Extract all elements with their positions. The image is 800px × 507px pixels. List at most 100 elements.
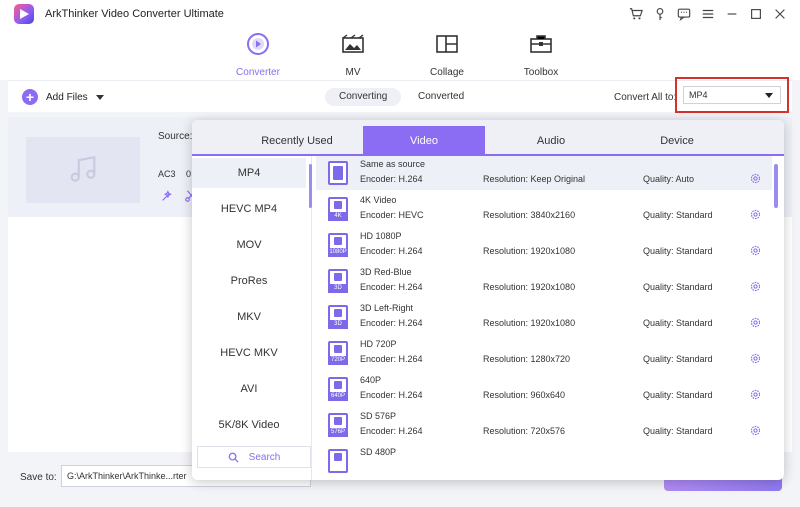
chevron-down-icon[interactable]	[95, 94, 104, 100]
menu-icon[interactable]	[696, 4, 720, 24]
preset-name: SD 576P	[360, 411, 397, 421]
preset-quality: Quality: Standard	[643, 282, 713, 292]
preset-row[interactable]: 640P 640P Encoder: H.264 Resolution: 960…	[316, 372, 772, 406]
tab-audio[interactable]: Audio	[490, 126, 612, 156]
nav-collage[interactable]: Collage	[412, 32, 482, 78]
preset-name: Same as source	[360, 159, 426, 169]
search-icon	[228, 452, 239, 463]
format-item-5k8k[interactable]: 5K/8K Video	[192, 410, 306, 440]
convert-all-highlight: MP4	[675, 77, 789, 113]
add-files-button[interactable]: + Add Files	[22, 89, 104, 105]
tab-converted[interactable]: Converted	[404, 88, 478, 106]
preset-resolution: Resolution: 960x640	[483, 390, 566, 400]
preset-encoder: Encoder: H.264	[360, 246, 423, 256]
file-info-partial: 0	[186, 169, 192, 179]
preset-4k-icon: 4K	[328, 197, 348, 221]
format-list: MP4 HEVC MP4 MOV ProRes MKV HEVC MKV AVI…	[192, 156, 312, 480]
feedback-icon[interactable]	[672, 4, 696, 24]
audio-format-label: AC3	[158, 169, 176, 179]
chevron-down-icon	[765, 93, 773, 98]
preset-row[interactable]: 576P SD 576P Encoder: H.264 Resolution: …	[316, 408, 772, 442]
convert-all-select[interactable]: MP4	[683, 86, 781, 104]
preset-scrollbar[interactable]	[774, 160, 778, 460]
preset-scroll-thumb[interactable]	[774, 164, 778, 208]
format-item-mp4[interactable]: MP4	[192, 158, 306, 188]
preset-tag: 720P	[328, 356, 348, 365]
close-icon[interactable]	[768, 4, 792, 24]
nav-converter-label: Converter	[236, 67, 280, 78]
preset-576p-icon: 576P	[328, 413, 348, 437]
key-icon[interactable]	[648, 4, 672, 24]
format-item-avi[interactable]: AVI	[192, 374, 306, 404]
preset-row[interactable]: Same as source Encoder: H.264 Resolution…	[316, 156, 772, 190]
format-item-mov[interactable]: MOV	[192, 230, 306, 260]
nav-mv[interactable]: MV	[318, 32, 388, 78]
preset-resolution: Resolution: Keep Original	[483, 174, 586, 184]
toolbar: + Add Files Converting Converted Convert…	[8, 77, 792, 113]
preset-quality: Quality: Standard	[643, 246, 713, 256]
preset-tag: 3D	[328, 320, 348, 329]
preset-quality: Quality: Standard	[643, 426, 713, 436]
preset-encoder: Encoder: H.264	[360, 390, 423, 400]
preset-row[interactable]: 720P HD 720P Encoder: H.264 Resolution: …	[316, 336, 772, 370]
magic-wand-icon[interactable]	[160, 189, 174, 203]
preset-tag: 4K	[328, 212, 348, 221]
preset-tag: 576P	[328, 428, 348, 437]
format-item-prores[interactable]: ProRes	[192, 266, 306, 296]
file-thumbnail	[26, 137, 140, 203]
preset-tag: 3D	[328, 284, 348, 293]
format-item-hevc-mkv[interactable]: HEVC MKV	[192, 338, 306, 368]
maximize-icon[interactable]	[744, 4, 768, 24]
source-label: Source:	[158, 131, 193, 142]
preset-row[interactable]: 4K 4K Video Encoder: HEVC Resolution: 38…	[316, 192, 772, 226]
gear-icon[interactable]	[749, 244, 762, 257]
format-popup: Recently Used Video Audio Device MP4 HEV…	[192, 120, 784, 480]
preset-row[interactable]: 3D 3D Red-Blue Encoder: H.264 Resolution…	[316, 264, 772, 298]
nav-toolbox-label: Toolbox	[523, 67, 559, 78]
preset-resolution: Resolution: 1920x1080	[483, 318, 576, 328]
preset-quality: Quality: Standard	[643, 210, 713, 220]
preset-resolution: Resolution: 1920x1080	[483, 246, 576, 256]
preset-resolution: Resolution: 720x576	[483, 426, 566, 436]
toolbox-icon	[530, 35, 552, 53]
gear-icon[interactable]	[749, 316, 762, 329]
format-search-button[interactable]: Search	[197, 446, 311, 468]
plus-icon: +	[22, 89, 38, 105]
nav-converter[interactable]: Converter	[223, 32, 293, 78]
gear-icon[interactable]	[749, 388, 762, 401]
preset-name: HD 1080P	[360, 231, 402, 241]
music-note-icon	[70, 155, 96, 182]
preset-encoder: Encoder: HEVC	[360, 210, 424, 220]
gear-icon[interactable]	[749, 280, 762, 293]
preset-encoder: Encoder: H.264	[360, 282, 423, 292]
gear-icon[interactable]	[749, 424, 762, 437]
preset-resolution: Resolution: 1920x1080	[483, 282, 576, 292]
preset-tag: 640P	[328, 392, 348, 401]
preset-name: 3D Left-Right	[360, 303, 414, 313]
gear-icon[interactable]	[749, 208, 762, 221]
preset-name: 4K Video	[360, 195, 397, 205]
preset-resolution: Resolution: 3840x2160	[483, 210, 576, 220]
preset-same-source-icon	[328, 161, 348, 185]
preset-encoder: Encoder: H.264	[360, 426, 423, 436]
format-list-scrollbar[interactable]	[309, 164, 312, 208]
tab-video[interactable]: Video	[363, 126, 485, 156]
gear-icon[interactable]	[749, 352, 762, 365]
preset-640p-icon: 640P	[328, 377, 348, 401]
nav-toolbox[interactable]: Toolbox	[506, 32, 576, 78]
preset-row[interactable]: 1080P HD 1080P Encoder: H.264 Resolution…	[316, 228, 772, 262]
preset-row[interactable]: 3D 3D Left-Right Encoder: H.264 Resoluti…	[316, 300, 772, 334]
preset-quality: Quality: Standard	[643, 390, 713, 400]
tab-converting[interactable]: Converting	[325, 88, 402, 106]
nav-mv-label: MV	[345, 67, 361, 78]
tab-recently-used[interactable]: Recently Used	[236, 126, 358, 156]
cart-icon[interactable]	[624, 4, 648, 24]
preset-name: HD 720P	[360, 339, 397, 349]
tab-device[interactable]: Device	[616, 126, 738, 156]
format-item-hevc-mp4[interactable]: HEVC MP4	[192, 194, 306, 224]
preset-row[interactable]: SD 480P	[316, 444, 772, 478]
minimize-icon[interactable]	[720, 4, 744, 24]
format-item-mkv[interactable]: MKV	[192, 302, 306, 332]
convert-all-value: MP4	[689, 90, 708, 100]
gear-icon[interactable]	[749, 172, 762, 185]
